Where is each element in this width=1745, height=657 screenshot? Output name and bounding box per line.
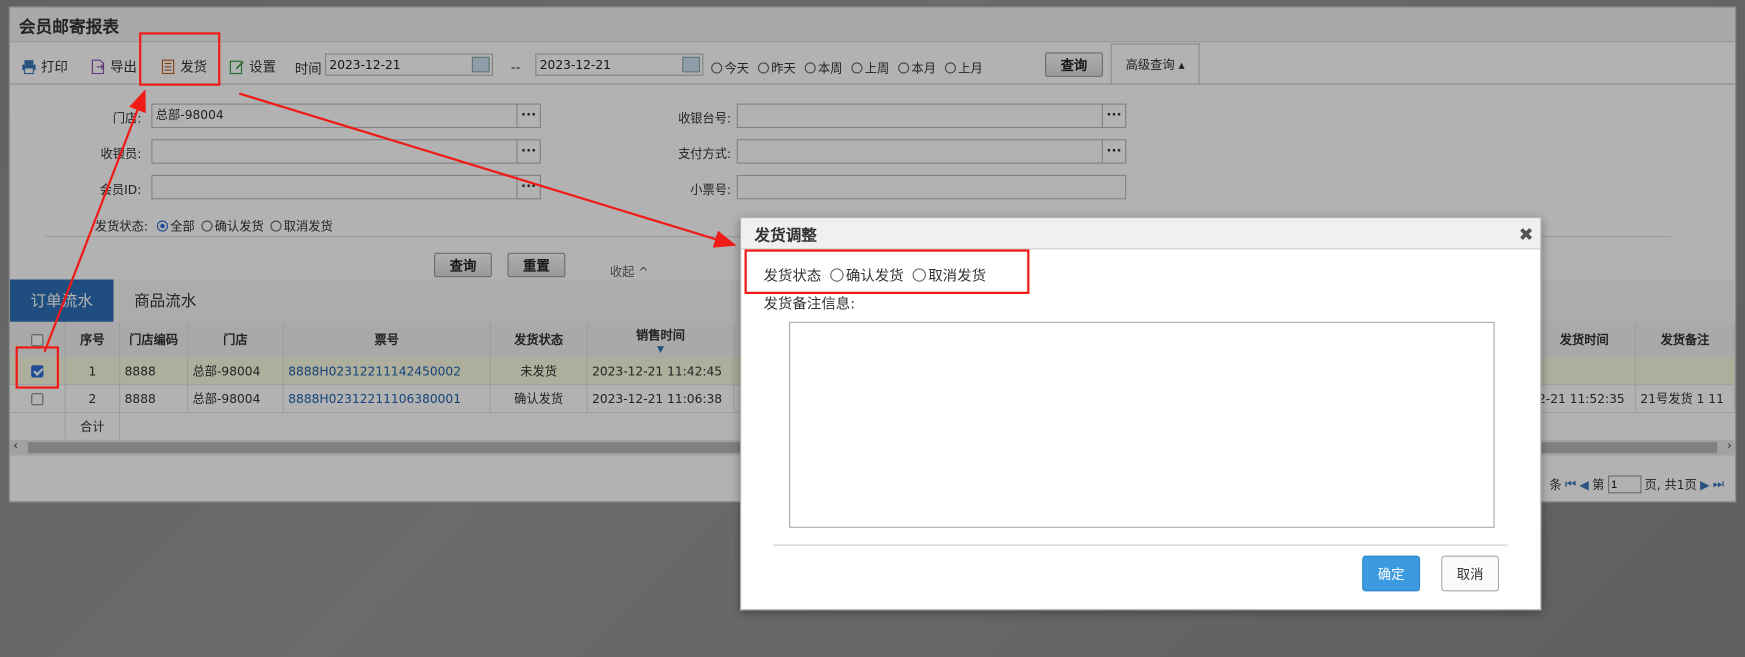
ship-note-textarea[interactable] — [789, 321, 1495, 528]
dialog-note-label: 发货备注信息: — [763, 296, 856, 313]
annotation-box-ship-button — [139, 32, 221, 86]
dialog-header: 发货调整 ✖ — [741, 218, 1541, 250]
dialog-title: 发货调整 — [754, 227, 817, 245]
close-icon[interactable]: ✖ — [1519, 224, 1534, 245]
dialog-divider — [773, 544, 1508, 546]
annotation-box-dialog-status — [744, 249, 1030, 294]
confirm-button[interactable]: 确定 — [1362, 555, 1421, 592]
cancel-button[interactable]: 取消 — [1441, 555, 1500, 592]
annotation-box-row-checkbox — [15, 346, 59, 389]
stage: 会员邮寄报表 打印 导出 发货 设置 时间 2023-12-21 -- 2023… — [0, 0, 1745, 657]
